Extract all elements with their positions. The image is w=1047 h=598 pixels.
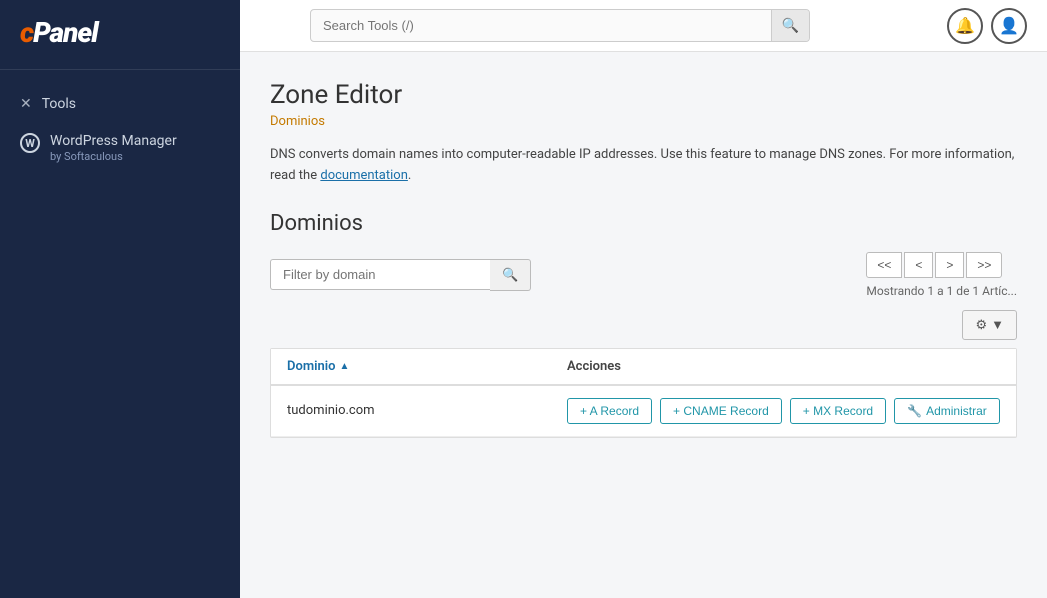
- search-button[interactable]: 🔍: [771, 10, 809, 41]
- prev-page-button[interactable]: <: [904, 252, 933, 278]
- main-content: 🔍 🔔 👤 Zone Editor Dominios DNS converts …: [240, 0, 1047, 598]
- content-area: Zone Editor Dominios DNS converts domain…: [240, 52, 1047, 598]
- cpanel-logo-text: cPanel: [20, 16, 220, 49]
- sidebar-item-wordpress-manager[interactable]: W WordPress Manager by Softaculous: [0, 122, 240, 174]
- documentation-link[interactable]: documentation: [320, 168, 408, 183]
- col-domain-header[interactable]: Dominio ▲: [287, 359, 567, 374]
- topbar: 🔍 🔔 👤: [240, 0, 1047, 52]
- settings-row: ⚙ ▼: [270, 310, 1017, 340]
- user-icon: 👤: [999, 16, 1019, 36]
- last-page-button[interactable]: >>: [966, 252, 1002, 278]
- filter-search-button[interactable]: 🔍: [490, 259, 531, 291]
- gear-icon: ⚙: [975, 317, 987, 333]
- domains-table: Dominio ▲ Acciones tudominio.com + A Rec…: [270, 348, 1017, 438]
- cname-record-button[interactable]: + CNAME Record: [660, 398, 782, 424]
- sidebar: cPanel ✕ Tools W WordPress Manager by So…: [0, 0, 240, 598]
- cpanel-c: c: [20, 16, 33, 49]
- breadcrumb: Dominios: [270, 114, 1017, 129]
- softaculous-label: by Softaculous: [50, 150, 177, 164]
- user-button[interactable]: 👤: [991, 8, 1027, 44]
- administrar-button[interactable]: 🔧 Administrar: [894, 398, 1000, 424]
- sort-arrow-icon: ▲: [340, 361, 350, 372]
- filter-group: 🔍: [270, 259, 531, 291]
- filter-row: 🔍 << < > >> Mostrando 1 a 1 de 1 Artíc..…: [270, 252, 1017, 298]
- a-record-button[interactable]: + A Record: [567, 398, 652, 424]
- search-container: 🔍: [310, 9, 810, 42]
- settings-button[interactable]: ⚙ ▼: [962, 310, 1017, 340]
- administrar-label: Administrar: [926, 404, 987, 418]
- description: DNS converts domain names into computer-…: [270, 145, 1017, 187]
- domain-cell: tudominio.com: [287, 403, 567, 418]
- filter-search-icon: 🔍: [502, 267, 518, 282]
- actions-cell: + A Record + CNAME Record + MX Record 🔧 …: [567, 398, 1000, 424]
- page-title: Zone Editor: [270, 80, 1017, 110]
- search-input[interactable]: [311, 11, 771, 40]
- table-header: Dominio ▲ Acciones: [271, 349, 1016, 386]
- mx-record-button[interactable]: + MX Record: [790, 398, 886, 424]
- sidebar-tools-label: Tools: [42, 96, 76, 112]
- wrench-icon: 🔧: [907, 404, 922, 418]
- pagination: << < > >>: [866, 252, 1017, 278]
- sidebar-logo: cPanel: [0, 0, 240, 70]
- wordpress-manager-label: WordPress Manager: [50, 132, 177, 150]
- notifications-button[interactable]: 🔔: [947, 8, 983, 44]
- topbar-icons: 🔔 👤: [947, 8, 1027, 44]
- table-row: tudominio.com + A Record + CNAME Record …: [271, 386, 1016, 437]
- next-page-button[interactable]: >: [935, 252, 964, 278]
- first-page-button[interactable]: <<: [866, 252, 902, 278]
- filter-input[interactable]: [270, 259, 490, 290]
- wordpress-icon: W: [20, 133, 40, 153]
- pagination-and-showing: << < > >> Mostrando 1 a 1 de 1 Artíc...: [866, 252, 1017, 298]
- sidebar-item-tools[interactable]: ✕ Tools: [0, 86, 240, 122]
- col-actions-header: Acciones: [567, 359, 1000, 374]
- tools-icon: ✕: [20, 96, 32, 112]
- search-icon: 🔍: [782, 17, 799, 33]
- description-end: .: [408, 168, 411, 183]
- showing-text: Mostrando 1 a 1 de 1 Artíc...: [866, 284, 1017, 298]
- sidebar-navigation: ✕ Tools W WordPress Manager by Softaculo…: [0, 70, 240, 190]
- bell-icon: 🔔: [955, 16, 975, 36]
- section-title: Dominios: [270, 211, 1017, 236]
